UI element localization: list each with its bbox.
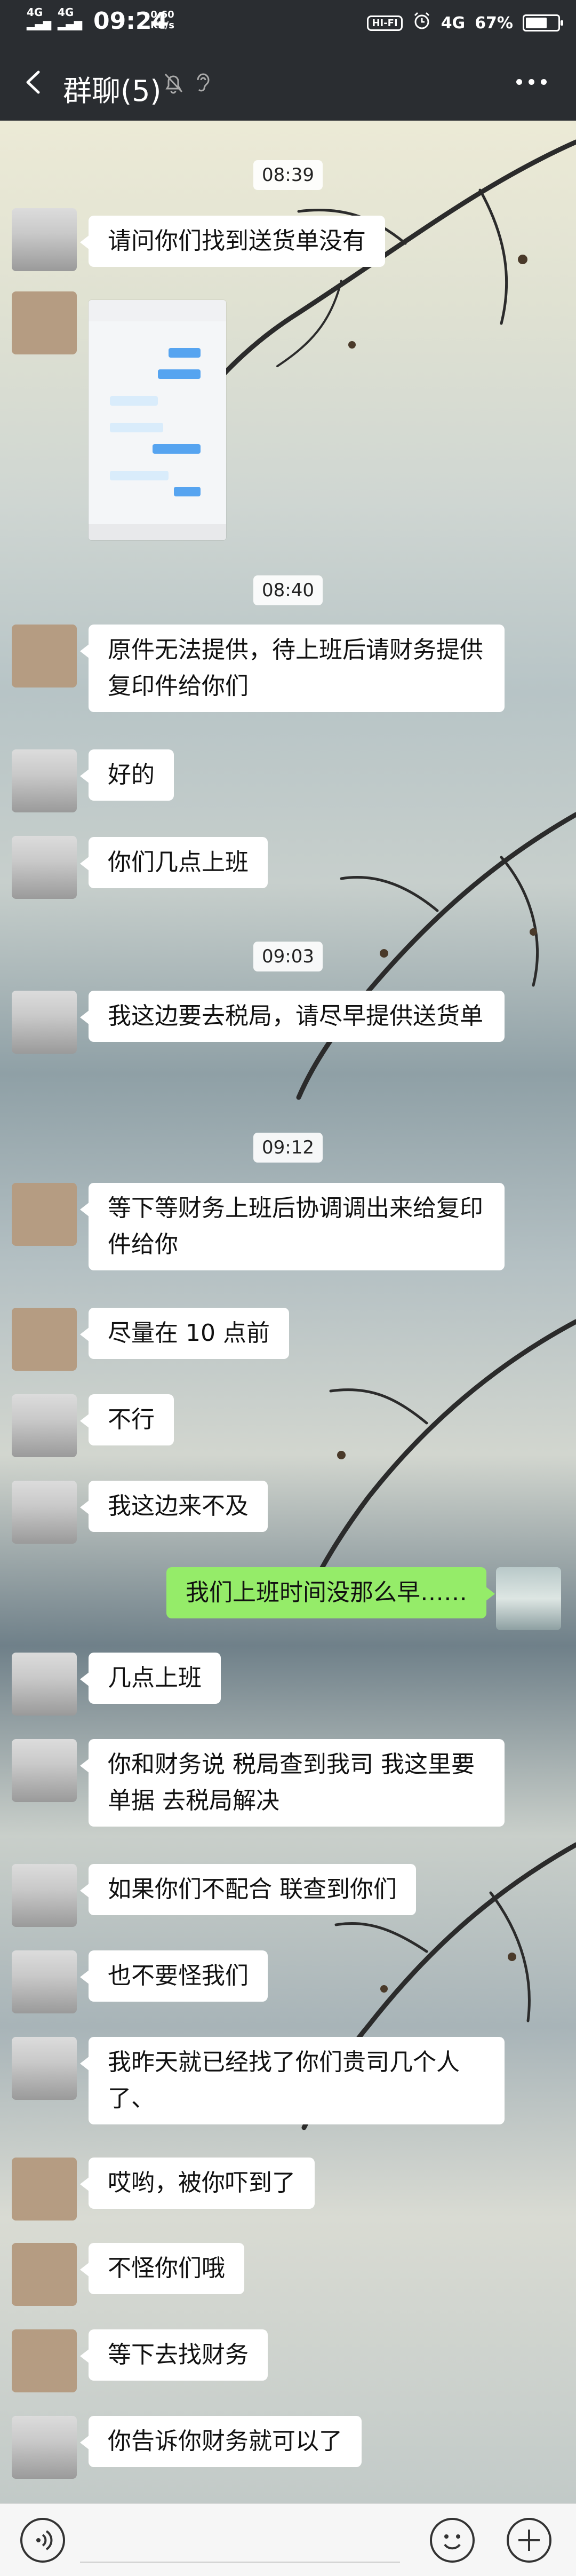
message-bubble[interactable]: 等下等财务上班后协调调出来给复印件给你 [80, 1183, 505, 1270]
message-bubble[interactable]: 你告诉你财务就可以了 [80, 2416, 362, 2467]
signal-indicator-2: 4G ▂▄▆ [58, 6, 83, 30]
message-bubble[interactable]: 几点上班 [80, 1653, 221, 1704]
avatar[interactable] [12, 291, 77, 354]
battery-icon [523, 14, 563, 31]
screenshot-image-message[interactable] [89, 300, 226, 540]
message-bubble[interactable]: 尽量在 10 点前 [80, 1308, 289, 1359]
battery-percent: 67% [475, 13, 513, 33]
avatar[interactable] [12, 2037, 77, 2100]
avatar[interactable] [12, 1481, 77, 1544]
avatar[interactable] [12, 2243, 77, 2306]
avatar[interactable] [12, 1308, 77, 1371]
emoji-icon[interactable] [430, 2518, 475, 2563]
message-bubble[interactable]: 原件无法提供，待上班后请财务提供复印件给你们 [80, 625, 505, 712]
signal-indicator-1: 4G ▂▄▆ [27, 6, 52, 30]
message-bubble[interactable]: 我昨天就已经找了你们贵司几个人了、 [80, 2037, 505, 2124]
status-right: HI-FI 4G 67% [367, 10, 563, 36]
message-bubble[interactable]: 不行 [80, 1394, 174, 1445]
avatar[interactable] [12, 1183, 77, 1246]
message-bubble[interactable]: 我这边来不及 [80, 1481, 268, 1532]
more-options-icon[interactable] [516, 79, 547, 85]
hifi-badge: HI-FI [367, 15, 403, 31]
chat-area[interactable]: 08:39 08:40 09:03 09:12 请问你们找到送货单没有 原件无法… [0, 121, 576, 2503]
avatar[interactable] [12, 1394, 77, 1457]
avatar[interactable] [12, 2158, 77, 2221]
avatar[interactable] [12, 749, 77, 812]
avatar[interactable] [12, 836, 77, 899]
back-arrow-icon[interactable] [21, 70, 46, 94]
chat-title: 群聊(5) [63, 74, 162, 108]
message-bubble[interactable]: 也不要怪我们 [80, 1950, 268, 2002]
message-bubble[interactable]: 不怪你们哦 [80, 2243, 244, 2294]
avatar[interactable] [12, 1950, 77, 2013]
message-bubble[interactable]: 你和财务说 税局查到我司 我这里要单据 去税局解决 [80, 1739, 505, 1827]
network-type: 4G [441, 13, 466, 33]
avatar[interactable] [12, 2329, 77, 2392]
voice-input-icon[interactable] [20, 2518, 65, 2563]
time-divider: 08:39 [0, 160, 576, 190]
my-message-bubble[interactable]: 我们上班时间没那么早…… [166, 1567, 495, 1618]
mute-bell-icon [164, 73, 183, 94]
earpiece-icon [197, 73, 210, 92]
message-bubble[interactable]: 哎哟，被你吓到了 [80, 2158, 315, 2209]
message-bubble[interactable]: 好的 [80, 749, 174, 801]
avatar[interactable] [12, 625, 77, 688]
chat-screenshot-thumbnail [89, 300, 226, 540]
add-more-icon[interactable] [507, 2518, 551, 2563]
time-divider: 08:40 [0, 575, 576, 605]
avatar[interactable] [12, 991, 77, 1054]
my-avatar[interactable] [496, 1567, 561, 1630]
time-divider: 09:03 [0, 942, 576, 971]
avatar[interactable] [12, 2416, 77, 2479]
avatar[interactable] [12, 208, 77, 271]
status-bar: 4G ▂▄▆ 4G ▂▄▆ 09:24 0.60 KB/s HI-FI 4G 67% [0, 0, 576, 46]
message-bubble[interactable]: 我这边要去税局，请尽早提供送货单 [80, 991, 505, 1042]
message-input[interactable] [80, 2520, 400, 2563]
avatar[interactable] [12, 1653, 77, 1716]
message-bubble[interactable]: 请问你们找到送货单没有 [80, 216, 385, 267]
message-bubble[interactable]: 等下去找财务 [80, 2329, 268, 2381]
time-divider: 09:12 [0, 1133, 576, 1163]
alarm-icon [412, 11, 431, 35]
title-bar: 群聊(5) [0, 46, 576, 121]
battery-fill [526, 18, 547, 28]
input-bar [0, 2503, 576, 2576]
avatar[interactable] [12, 1864, 77, 1927]
message-bubble[interactable]: 如果你们不配合 联查到你们 [80, 1864, 416, 1915]
avatar[interactable] [12, 1739, 77, 1802]
network-speed: 0.60 KB/s [150, 9, 174, 31]
message-bubble[interactable]: 你们几点上班 [80, 837, 268, 888]
